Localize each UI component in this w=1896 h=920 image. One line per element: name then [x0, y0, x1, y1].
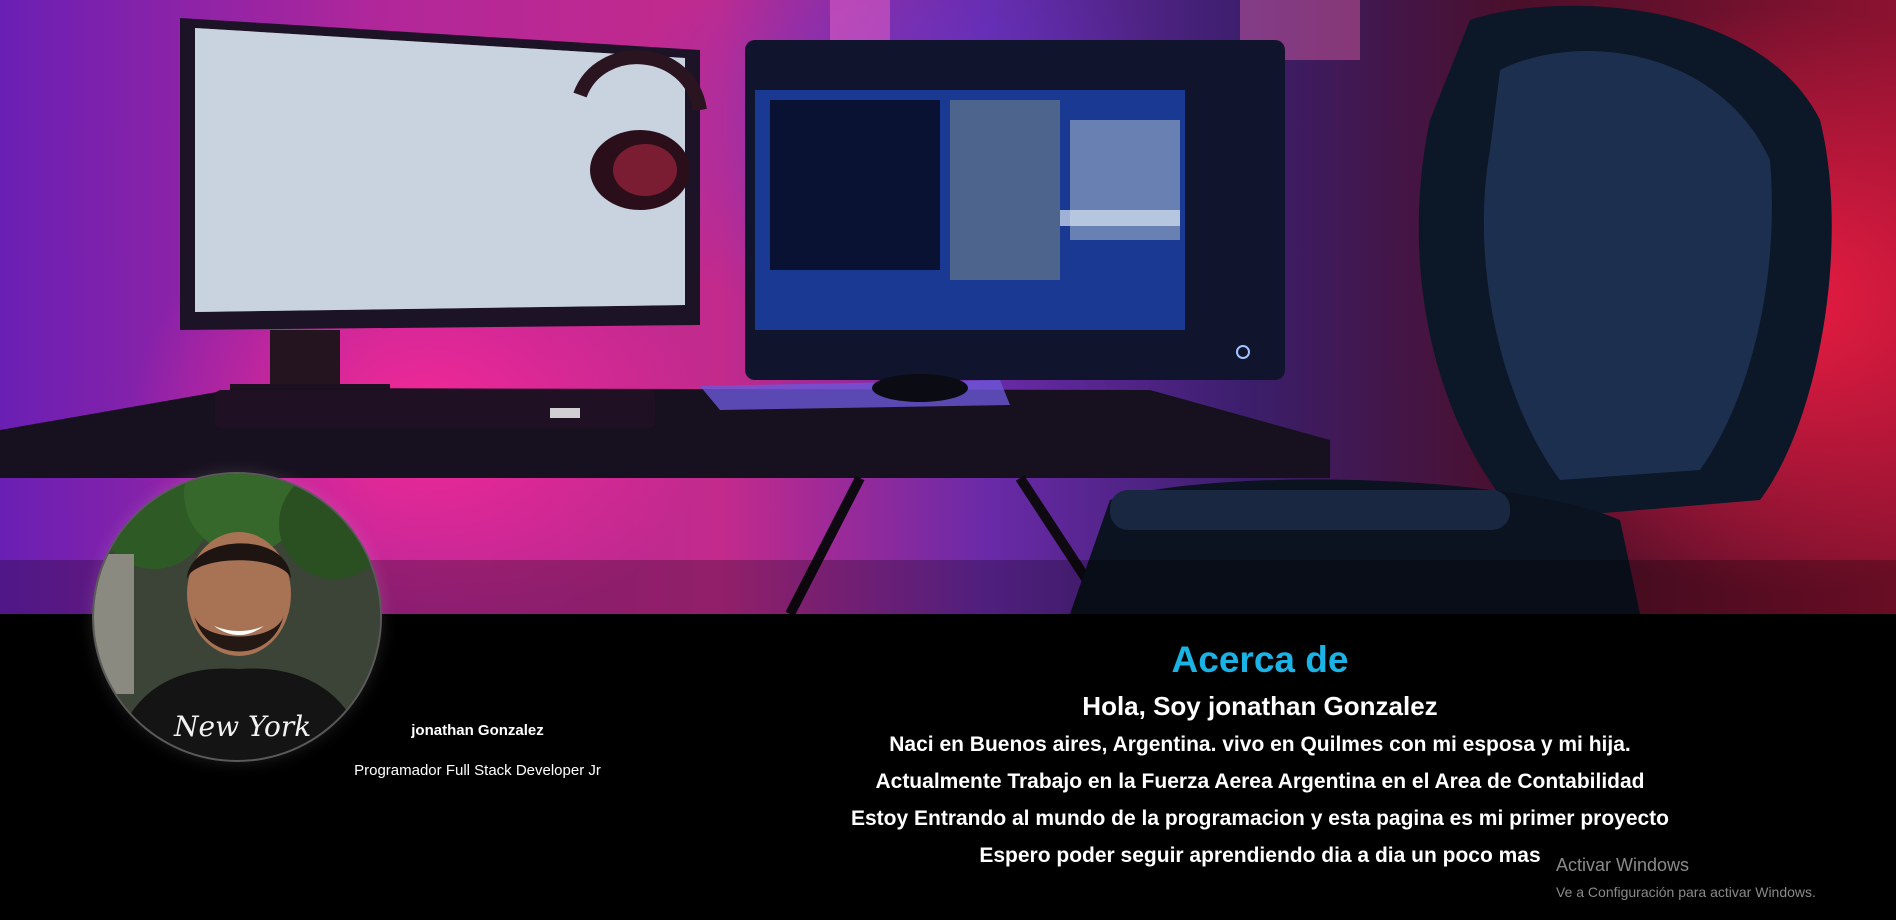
about-section: Acerca de Hola, Soy jonathan Gonzalez Na… — [760, 636, 1760, 874]
watermark-subtitle: Ve a Configuración para activar Windows. — [1556, 884, 1816, 900]
windows-activation-watermark: Activar Windows Ve a Configuración para … — [1556, 854, 1816, 902]
profile-name: jonathan Gonzalez — [411, 722, 544, 739]
page: New York jonathan Gonzalez Programador F… — [0, 0, 1896, 920]
about-line: Naci en Buenos aires, Argentina. vivo en… — [889, 733, 1631, 756]
about-greeting: Hola, Soy jonathan Gonzalez — [1082, 691, 1438, 721]
about-line: Actualmente Trabajo en la Fuerza Aerea A… — [875, 770, 1645, 793]
svg-text:New York: New York — [173, 710, 311, 743]
watermark-title: Activar Windows — [1556, 855, 1690, 875]
pc-case-illustration — [745, 40, 1285, 380]
profile-photo: New York — [94, 474, 380, 760]
profile-role: Programador Full Stack Developer Jr — [354, 762, 601, 779]
about-title: Acerca de — [1171, 639, 1349, 680]
avatar: New York — [94, 474, 380, 760]
about-line: Estoy Entrando al mundo de la programaci… — [850, 807, 1670, 830]
